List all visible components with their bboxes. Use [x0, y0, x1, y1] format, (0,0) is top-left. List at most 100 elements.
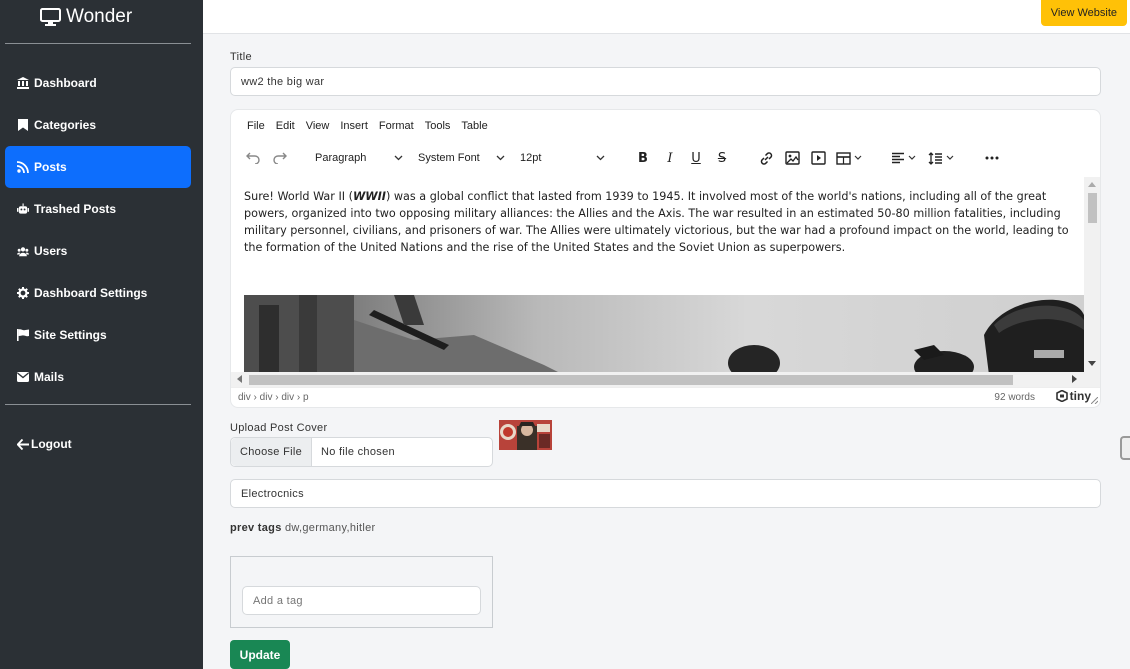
- tag-box: [230, 556, 493, 628]
- gear-icon: [17, 287, 29, 299]
- editor-paragraph: Sure! World War II (WWII) was a global c…: [244, 188, 1074, 256]
- sidebar-item-label: Site Settings: [34, 328, 107, 342]
- editor-horizontal-scrollbar[interactable]: [231, 372, 1100, 387]
- view-website-button[interactable]: View Website: [1040, 0, 1127, 26]
- scroll-up-icon[interactable]: [1088, 181, 1096, 187]
- font-size-value: 12pt: [520, 152, 542, 164]
- brand-name: Wonder: [66, 6, 133, 27]
- upload-label: Upload Post Cover: [230, 422, 328, 434]
- sidebar-item-logout[interactable]: Logout: [5, 423, 191, 465]
- horizontal-scroll-thumb[interactable]: [249, 375, 1013, 385]
- sidebar-item-label: Users: [34, 244, 68, 258]
- underline-icon[interactable]: U: [688, 150, 704, 166]
- sidebar-item-label: Trashed Posts: [34, 202, 117, 216]
- envelope-icon: [17, 371, 29, 383]
- media-icon[interactable]: [810, 150, 826, 166]
- italic-icon[interactable]: I: [662, 150, 678, 166]
- sidebar-item-label: Categories: [34, 118, 97, 132]
- sidebar-item-site-settings[interactable]: Site Settings: [5, 314, 191, 356]
- link-icon[interactable]: [758, 150, 774, 166]
- scroll-left-icon[interactable]: [236, 375, 242, 383]
- prev-tags-label: prev tags: [230, 522, 282, 534]
- sidebar-divider: [5, 43, 191, 44]
- word-count[interactable]: 92 words: [994, 392, 1035, 403]
- chevron-down-icon: [394, 152, 403, 164]
- vertical-scroll-thumb[interactable]: [1088, 193, 1097, 223]
- monitor-icon: [40, 8, 61, 26]
- tiny-branding[interactable]: tiny: [1055, 389, 1091, 403]
- sidebar: Wonder Dashboard Categories Posts Trashe…: [0, 0, 203, 669]
- more-icon[interactable]: [984, 150, 1000, 166]
- font-family-value: System Font: [418, 152, 480, 164]
- side-panel-toggle-icon[interactable]: [1120, 436, 1130, 460]
- bold-icon[interactable]: B: [635, 150, 651, 166]
- align-icon[interactable]: [891, 150, 919, 166]
- font-size-select[interactable]: 12pt: [515, 147, 610, 169]
- editor-toolbar: Paragraph System Font 12pt B I U S: [231, 146, 1100, 170]
- menu-edit[interactable]: Edit: [276, 120, 295, 132]
- element-path[interactable]: div › div › div › p: [238, 392, 309, 403]
- sidebar-item-dashboard-settings[interactable]: Dashboard Settings: [5, 272, 191, 314]
- paragraph-emphasis: WWII: [352, 190, 386, 203]
- menu-view[interactable]: View: [306, 120, 330, 132]
- sidebar-item-trashed-posts[interactable]: Trashed Posts: [5, 188, 191, 230]
- image-icon[interactable]: [784, 150, 800, 166]
- category-input[interactable]: Electrocnics: [230, 479, 1101, 508]
- undo-icon[interactable]: [245, 150, 261, 166]
- sidebar-item-dashboard[interactable]: Dashboard: [5, 62, 191, 104]
- menu-table[interactable]: Table: [461, 120, 487, 132]
- rich-text-editor: File Edit View Insert Format Tools Table…: [230, 109, 1101, 408]
- prev-tags: prev tags dw,germany,hitler: [230, 522, 375, 534]
- block-format-value: Paragraph: [315, 152, 367, 164]
- sidebar-item-label: Posts: [34, 160, 67, 174]
- scroll-right-icon[interactable]: [1072, 375, 1078, 383]
- scroll-down-icon[interactable]: [1088, 361, 1096, 367]
- title-label: Title: [230, 51, 252, 63]
- font-family-select[interactable]: System Font: [413, 147, 510, 169]
- topbar: View Website: [203, 0, 1130, 34]
- update-button[interactable]: Update: [230, 640, 290, 669]
- sidebar-item-posts[interactable]: Posts: [5, 146, 191, 188]
- file-status: No file chosen: [321, 446, 395, 458]
- paragraph-text-start: Sure! World War II (: [244, 190, 353, 203]
- prev-tags-value: dw,germany,hitler: [284, 522, 376, 534]
- resize-handle-icon[interactable]: [1091, 397, 1098, 404]
- bank-icon: [17, 77, 29, 89]
- robot-icon: [17, 203, 29, 215]
- menu-file[interactable]: File: [247, 120, 265, 132]
- line-height-icon[interactable]: [928, 150, 956, 166]
- sidebar-item-users[interactable]: Users: [5, 230, 191, 272]
- editor-vertical-scrollbar[interactable]: [1084, 177, 1100, 372]
- redo-icon[interactable]: [272, 150, 288, 166]
- sidebar-item-label: Dashboard: [34, 76, 97, 90]
- tiny-logo-icon: [1055, 390, 1068, 402]
- sidebar-item-label: Dashboard Settings: [34, 286, 148, 300]
- brand[interactable]: Wonder: [40, 5, 132, 29]
- file-input[interactable]: Choose File No file chosen: [230, 437, 493, 467]
- menu-tools[interactable]: Tools: [425, 120, 451, 132]
- bookmark-icon: [17, 119, 29, 131]
- editor-statusbar: div › div › div › p 92 words tiny: [231, 387, 1100, 407]
- chevron-down-icon: [596, 152, 605, 164]
- content-photo[interactable]: [244, 295, 1084, 372]
- cover-thumbnail: [499, 420, 552, 450]
- menu-format[interactable]: Format: [379, 120, 414, 132]
- sidebar-item-categories[interactable]: Categories: [5, 104, 191, 146]
- sidebar-item-mails[interactable]: Mails: [5, 356, 191, 398]
- strikethrough-icon[interactable]: S: [714, 150, 730, 166]
- chevron-down-icon: [496, 152, 505, 164]
- menu-insert[interactable]: Insert: [340, 120, 368, 132]
- choose-file-button[interactable]: Choose File: [231, 438, 312, 466]
- table-icon[interactable]: [836, 150, 864, 166]
- sidebar-divider: [5, 404, 191, 405]
- title-input[interactable]: ww2 the big war: [230, 67, 1101, 96]
- sidebar-item-label: Logout: [31, 437, 72, 451]
- add-tag-input[interactable]: [242, 586, 481, 615]
- rss-icon: [17, 161, 29, 173]
- editor-menubar: File Edit View Insert Format Tools Table: [247, 120, 488, 132]
- users-icon: [17, 245, 29, 257]
- flag-icon: [17, 329, 29, 341]
- arrow-left-icon: [17, 438, 29, 450]
- editor-content[interactable]: Sure! World War II (WWII) was a global c…: [231, 177, 1084, 372]
- block-format-select[interactable]: Paragraph: [310, 147, 408, 169]
